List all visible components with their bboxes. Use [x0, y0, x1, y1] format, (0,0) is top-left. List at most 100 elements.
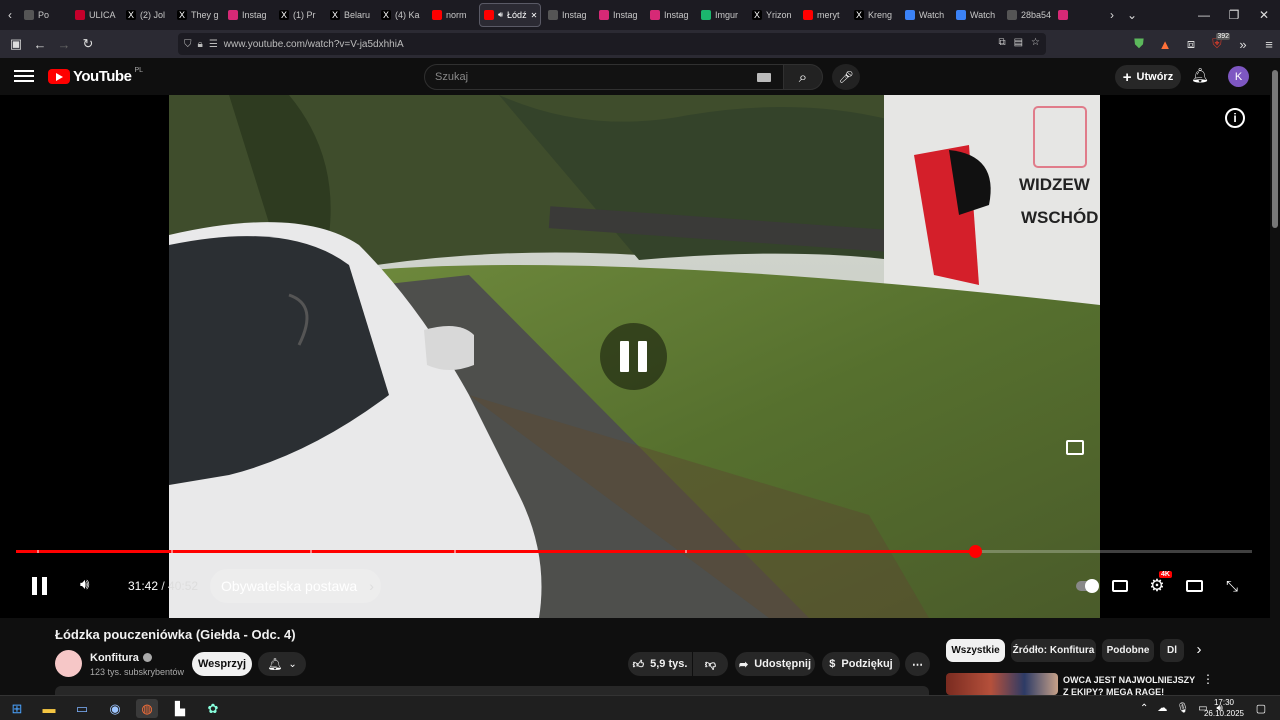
browser-tab[interactable]: Imgur [697, 3, 745, 27]
thanks-button[interactable]: $ Podziękuj [822, 652, 900, 676]
tabs-scroll-left-icon[interactable]: ‹ [0, 3, 20, 27]
keyboard-icon[interactable] [757, 73, 771, 82]
browser-tab[interactable]: ULICA [71, 3, 119, 27]
chips-next-chevron-icon[interactable]: › [1190, 641, 1208, 661]
start-windows-icon[interactable]: ⊞ [6, 699, 28, 718]
notification-center-icon[interactable]: ▢ [1250, 699, 1272, 718]
url-text[interactable]: www.youtube.com/watch?v=V-ja5dxhhiA [224, 39, 404, 50]
tab-label: Imgur [715, 10, 739, 20]
app-icon[interactable]: ✿ [202, 699, 224, 718]
account-avatar[interactable]: K [1228, 66, 1249, 87]
minimize-icon[interactable]: — [1188, 0, 1220, 30]
browser-tab[interactable]: Watch [952, 3, 1000, 27]
browser-tab[interactable]: X Yrizon [748, 3, 796, 27]
ublock-icon[interactable]: ⛨ 392 [1204, 32, 1230, 56]
browser-tab[interactable]: 🔊︎ Łódź ✕ [479, 3, 541, 27]
browser-tab[interactable]: X They g [173, 3, 221, 27]
browser-tab[interactable]: meryt [799, 3, 847, 27]
overflow-chevron-icon[interactable]: » [1230, 32, 1256, 56]
autoplay-toggle[interactable] [1076, 575, 1099, 597]
picture-in-picture-icon[interactable]: ⧉ [998, 37, 1005, 48]
microphone-tray-icon[interactable]: 🎙︎ [1176, 703, 1189, 714]
browser-tab[interactable] [1054, 3, 1102, 27]
guide-menu-icon[interactable] [14, 67, 34, 87]
firefox-icon[interactable]: ◍ [136, 699, 158, 718]
back-icon[interactable]: ← [28, 32, 52, 56]
subtitles-icon[interactable] [1109, 575, 1131, 597]
settings-gear-icon[interactable]: ⚙ [1146, 575, 1168, 597]
tabs-scroll-right-icon[interactable]: › [1102, 3, 1122, 27]
tab-close-icon[interactable]: ✕ [531, 11, 538, 20]
browser-tab[interactable]: X (2) Jol [122, 3, 170, 27]
progress-bar[interactable] [16, 545, 1252, 558]
app-menu-icon[interactable]: ≡ [1256, 32, 1280, 56]
recommended-more-icon[interactable]: ⋮ [1202, 672, 1214, 686]
scrollbar-thumb[interactable] [1272, 70, 1278, 228]
tab-audio-icon[interactable]: 🔊︎ [498, 10, 503, 20]
chapter-button[interactable]: Obywatelska postawa › [210, 569, 381, 603]
reader-view-icon[interactable]: ▤ [1014, 37, 1023, 48]
filter-chip[interactable]: Dl [1160, 639, 1184, 662]
fullscreen-icon[interactable]: ⤡ [1221, 575, 1243, 597]
voice-search-button[interactable]: 🎤︎ [832, 64, 860, 90]
forward-icon[interactable]: → [52, 32, 76, 56]
tab-list-chevron-icon[interactable]: ⌄ [1122, 3, 1142, 27]
page-scrollbar[interactable] [1270, 58, 1280, 695]
share-button[interactable]: ➦ Udostępnij [735, 652, 815, 676]
search-button[interactable]: ⌕ [783, 64, 823, 90]
tray-overflow-chevron-icon[interactable]: ⌃ [1140, 703, 1148, 714]
browser-tab[interactable]: X (1) Pr [275, 3, 323, 27]
remote-desktop-icon[interactable]: ▭ [71, 699, 93, 718]
extension-fox-icon[interactable]: ▲ [1152, 32, 1178, 56]
subscription-notifications-button[interactable]: 🔔︎ ⌄ [258, 652, 306, 676]
video-player[interactable]: WIDZEW WSCHÓD i 🔊︎ 31:42 / 40:52 Obywate… [0, 95, 1270, 618]
center-pause-icon[interactable] [600, 323, 667, 390]
recommended-video-title[interactable]: OWCA JEST NAJWOLNIEJSZY Z EKIPY? MEGA RA… [1063, 674, 1198, 695]
browser-tab[interactable]: Instag [224, 3, 272, 27]
dislike-button[interactable]: 👎︎ [693, 652, 728, 676]
create-button[interactable]: + Utwórz [1115, 65, 1181, 89]
tab-label: Belaru [344, 10, 371, 20]
pause-icon[interactable] [31, 577, 49, 595]
extension-shield-icon[interactable]: ⛊ [1126, 32, 1152, 56]
browser-tab[interactable]: norm [428, 3, 476, 27]
file-explorer-icon[interactable]: ▬ [38, 699, 60, 718]
restore-icon[interactable]: ❐ [1218, 0, 1250, 30]
browser-tab[interactable]: X Belaru [326, 3, 374, 27]
search-input[interactable]: Szukaj [424, 64, 784, 90]
join-button[interactable]: Wesprzyj [192, 652, 252, 676]
info-icon[interactable]: i [1225, 108, 1245, 128]
browser-tab[interactable]: Instag [646, 3, 694, 27]
browser-tab[interactable]: Instag [595, 3, 643, 27]
browser-tab[interactable]: X Kreng [850, 3, 898, 27]
more-actions-button[interactable]: ⋯ [905, 652, 930, 676]
browser-tab[interactable]: Po [20, 3, 68, 27]
miniplayer-icon[interactable] [1066, 440, 1084, 455]
browser-tab[interactable]: 28ba54a2 [1003, 3, 1051, 27]
extensions-puzzle-icon[interactable]: ⧈ [1178, 32, 1204, 56]
browser-tab[interactable]: Watch [901, 3, 949, 27]
theater-mode-icon[interactable] [1183, 575, 1205, 597]
filter-chip[interactable]: Źródło: Konfitura [1011, 639, 1096, 662]
url-bar[interactable]: ⛉ 🔒︎ ☰ www.youtube.com/watch?v=V-ja5dxhh… [178, 33, 1046, 55]
filter-chip[interactable]: Podobne [1102, 639, 1154, 662]
description-box[interactable] [55, 686, 929, 695]
like-button[interactable]: 👍︎ 5,9 tys. [628, 652, 692, 676]
sidebar-toggle-icon[interactable]: ▣ [4, 32, 28, 56]
channel-avatar[interactable] [55, 650, 82, 677]
youtube-logo[interactable]: YouTube PL [48, 67, 143, 85]
taskbar-clock[interactable]: 17:30 26.10.2025 [1198, 697, 1250, 719]
notifications-bell-icon[interactable]: 🔔︎ [1190, 67, 1210, 87]
channel-name[interactable]: Konfitura [90, 652, 152, 664]
terminal-app-icon[interactable]: ▙ [169, 699, 191, 718]
browser-tab[interactable]: X (4) Ka [377, 3, 425, 27]
onedrive-cloud-icon[interactable]: ☁ [1157, 703, 1167, 714]
volume-icon[interactable]: 🔊︎ [80, 576, 102, 596]
browser-tab[interactable]: Instag [544, 3, 592, 27]
recommended-video-thumbnail[interactable] [946, 673, 1058, 695]
filter-chip[interactable]: Wszystkie [946, 639, 1005, 662]
reload-icon[interactable]: ↻ [76, 32, 100, 56]
close-window-icon[interactable]: ✕ [1248, 0, 1280, 30]
steam-icon[interactable]: ◉ [104, 699, 126, 718]
bookmark-star-icon[interactable]: ☆ [1031, 37, 1040, 48]
